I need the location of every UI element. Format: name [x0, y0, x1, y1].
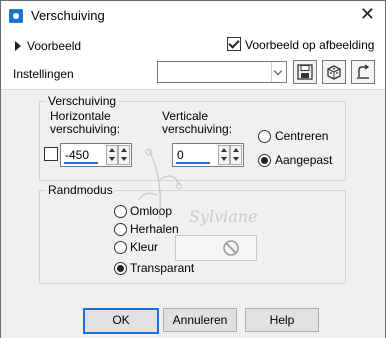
title-bar: Verschuiving ✕	[1, 1, 385, 29]
transparent-radio-label[interactable]: Transparant	[130, 261, 194, 275]
transparent-radio[interactable]	[114, 262, 127, 275]
no-color-icon	[223, 240, 239, 256]
ok-button[interactable]: OK	[83, 308, 159, 334]
edge-mode-group-title: Randmodus	[46, 183, 115, 197]
window-title: Verschuiving	[31, 8, 105, 23]
vertical-offset-label-line2: verschuiving:	[162, 122, 233, 136]
settings-panel: Verschuiving Horizontale verschuiving: V…	[1, 89, 385, 338]
reset-button[interactable]	[351, 60, 375, 84]
preview-expander[interactable]: Voorbeeld	[15, 39, 81, 53]
center-radio-label[interactable]: Centreren	[275, 129, 328, 143]
horizontal-offset-value[interactable]: -450	[65, 148, 89, 162]
horizontal-offset-label-line2: verschuiving:	[50, 122, 121, 136]
settings-label: Instellingen	[13, 67, 74, 81]
offset-dialog: Verschuiving ✕ Voorbeeld Voorbeeld op af…	[0, 0, 386, 338]
custom-radio-label[interactable]: Aangepast	[275, 153, 332, 167]
expand-arrow-icon	[15, 41, 21, 51]
save-preset-button[interactable]	[293, 60, 317, 84]
reset-icon	[357, 64, 370, 79]
preview-expander-label: Voorbeeld	[27, 39, 82, 53]
link-offsets-checkbox[interactable]	[44, 147, 58, 161]
randomize-button[interactable]	[322, 60, 346, 84]
watermark-text: Sylviane	[189, 207, 258, 226]
color-radio-label[interactable]: Kleur	[130, 240, 158, 254]
randomize-icon	[327, 65, 341, 80]
app-icon	[9, 9, 23, 23]
preset-dropdown[interactable]	[157, 61, 287, 83]
watermark-graphic: Sylviane	[138, 148, 258, 226]
toolbar: Voorbeeld Voorbeeld op afbeelding Instel…	[1, 29, 385, 89]
preview-on-image-label: Voorbeeld op afbeelding	[245, 38, 375, 52]
edge-color-swatch	[175, 235, 257, 261]
save-preset-icon	[297, 64, 313, 80]
horizontal-offset-underline	[64, 162, 98, 164]
horizontal-offset-spin-icon[interactable]	[106, 145, 118, 165]
preview-on-image-checkbox[interactable]	[227, 37, 241, 51]
help-button[interactable]: Help	[245, 308, 319, 332]
chevron-down-icon[interactable]	[271, 62, 286, 82]
color-radio[interactable]	[114, 241, 127, 254]
cancel-button[interactable]: Annuleren	[163, 308, 237, 332]
close-icon[interactable]: ✕	[360, 4, 375, 25]
offset-group-title: Verschuiving	[46, 94, 119, 108]
preview-on-image-option[interactable]: Voorbeeld op afbeelding	[227, 37, 374, 52]
